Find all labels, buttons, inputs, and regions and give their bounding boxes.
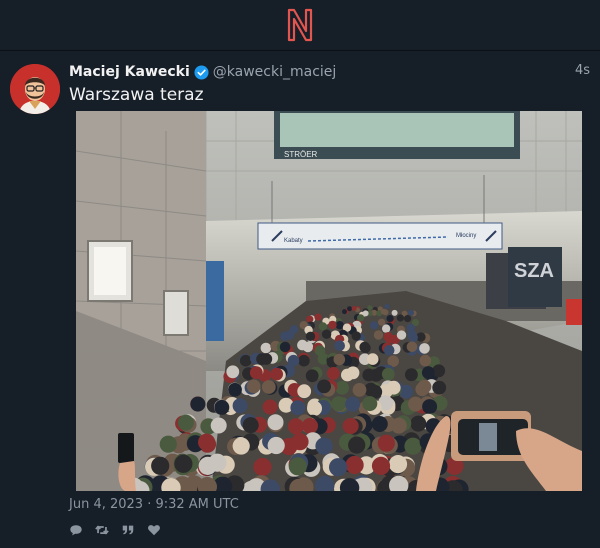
tweet-card[interactable]: Maciej Kawecki @kawecki_maciej 4s Warsza…: [0, 52, 600, 548]
tweet-actions: [69, 523, 161, 537]
tweet-header: Maciej Kawecki @kawecki_maciej 4s: [69, 62, 591, 82]
sign-left-label: Kabaty: [284, 238, 303, 244]
nitter-logo[interactable]: [285, 7, 315, 43]
poster-text: SZA: [514, 260, 554, 282]
top-navbar: [0, 0, 600, 51]
tweet-text: Warszawa teraz: [69, 85, 204, 105]
username-link[interactable]: @kawecki_maciej: [213, 64, 337, 80]
retweet-icon[interactable]: [95, 523, 109, 537]
like-icon[interactable]: [147, 523, 161, 537]
reply-icon[interactable]: [69, 523, 83, 537]
avatar[interactable]: [10, 64, 60, 114]
tweet-photo[interactable]: STRÖER Kabaty Młociny SZA: [76, 111, 582, 491]
tweet-time-link[interactable]: 4s: [575, 63, 590, 78]
fullname-link[interactable]: Maciej Kawecki: [69, 64, 190, 80]
sign-right-label: Młociny: [456, 233, 476, 239]
quote-icon[interactable]: [121, 523, 135, 537]
billboard-label: STRÖER: [284, 150, 318, 159]
tweet-date[interactable]: Jun 4, 2023 · 9:32 AM UTC: [69, 497, 239, 512]
verified-badge-icon: [194, 64, 209, 80]
